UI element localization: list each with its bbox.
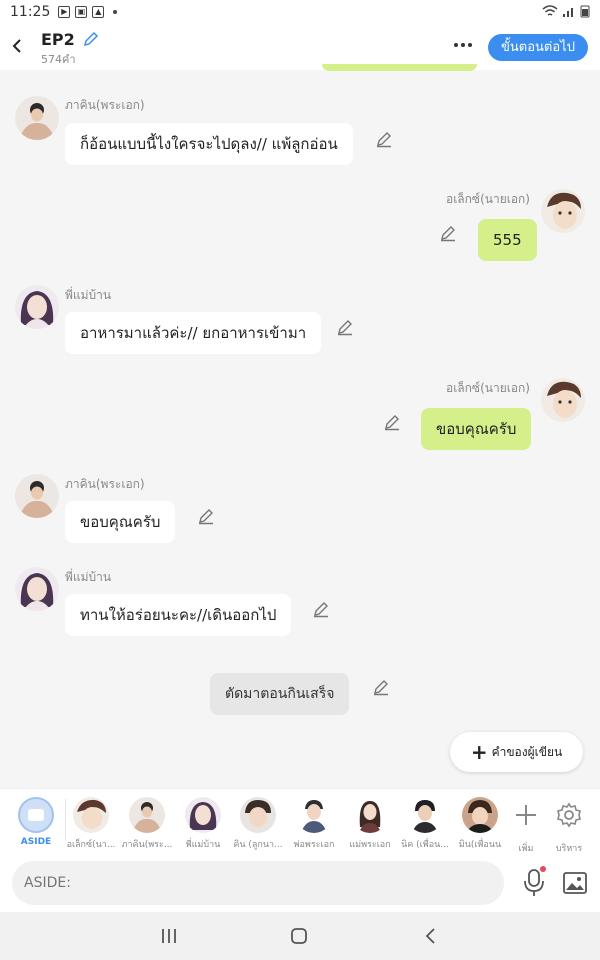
speaker-name: อเล็กซ์(นายเอก)	[446, 192, 530, 206]
manage-characters-button[interactable]: บริหาร	[541, 795, 597, 855]
avatar-pakin[interactable]	[15, 474, 59, 518]
plus-icon: +	[470, 740, 488, 764]
avatar-alex[interactable]	[541, 378, 585, 422]
edit-message-pencil-icon[interactable]	[383, 413, 401, 431]
play-notification-icon: ▶	[58, 6, 71, 18]
character-label: ภาคิน(พระ...	[121, 840, 173, 850]
signal-icon	[563, 8, 573, 17]
title-block: EP2 574คำ	[41, 30, 100, 68]
character-label: แม่พระเอก	[349, 840, 391, 850]
edit-message-pencil-icon[interactable]	[336, 318, 354, 336]
message-bubble[interactable]: 555	[478, 219, 537, 261]
speaker-name: อเล็กซ์(นายเอก)	[446, 381, 530, 395]
recording-dot-icon	[540, 866, 546, 872]
edit-message-pencil-icon[interactable]	[197, 507, 215, 525]
character-selector-bar: ASIDE อเล็กซ์(นา... ภาคิน(พระ... พี่แม่บ…	[0, 788, 600, 854]
author-note-button[interactable]: + คำของผู้เขียน	[450, 732, 583, 772]
next-step-button[interactable]: ขั้นตอนต่อไป	[488, 34, 588, 61]
battery-icon	[580, 5, 590, 18]
aside-label: ASIDE	[20, 837, 52, 847]
character-mother[interactable]: แม่พระเอก	[342, 795, 398, 851]
message-input[interactable]	[12, 861, 504, 905]
edit-message-pencil-icon[interactable]	[312, 600, 330, 618]
edit-title-pencil-icon[interactable]	[82, 30, 100, 48]
avatar	[296, 797, 332, 833]
avatar	[185, 797, 221, 833]
speaker-name: พี่แม่บ้าน	[65, 288, 112, 302]
aside-selector[interactable]: ASIDE	[8, 795, 64, 847]
character-label: นิค (เพื่อน...	[401, 840, 449, 850]
speaker-name: พี่แม่บ้าน	[65, 570, 112, 584]
app-notification-icon: ▣	[75, 6, 88, 18]
character-pakin[interactable]: ภาคิน(พระ...	[119, 795, 175, 851]
author-note-label: คำของผู้เขียน	[491, 744, 563, 759]
message-bubble[interactable]: ขอบคุณครับ	[65, 501, 176, 543]
character-label: พ่อพระเอก	[293, 840, 335, 850]
edit-message-pencil-icon[interactable]	[375, 130, 393, 148]
message-bubble[interactable]: อาหารมาแล้วค่ะ// ยกอาหารเข้ามา	[65, 312, 322, 354]
status-time: 11:25	[10, 4, 51, 20]
image-notification-icon: ▲	[92, 6, 105, 18]
character-kin[interactable]: คิน (ลูกนา...	[230, 795, 286, 851]
app-header: EP2 574คำ ขั้นตอนต่อไป	[0, 24, 600, 70]
character-label: คิน (ลูกนา...	[233, 840, 283, 850]
avatar	[407, 797, 443, 833]
aside-icon	[18, 797, 54, 833]
gear-icon	[557, 802, 581, 828]
avatar	[352, 797, 388, 833]
avatar-alex[interactable]	[541, 189, 585, 233]
character-label: อเล็กซ์(นา...	[66, 840, 116, 850]
avatar	[129, 797, 165, 833]
avatar	[73, 797, 109, 833]
episode-title: EP2	[41, 30, 75, 49]
system-back-icon[interactable]	[419, 924, 443, 948]
home-icon[interactable]	[287, 924, 311, 948]
recent-apps-icon[interactable]	[157, 924, 181, 948]
message-bubble[interactable]: ทานให้อร่อยนะคะ//เดินออกไป	[65, 594, 292, 636]
avatar-maid[interactable]	[15, 567, 59, 611]
more-notifications-icon	[113, 10, 118, 14]
back-arrow-icon[interactable]	[8, 32, 28, 60]
character-label: พี่แม่บ้าน	[185, 840, 221, 850]
edit-message-pencil-icon[interactable]	[439, 224, 457, 242]
character-alex[interactable]: อเล็กซ์(นา...	[63, 795, 119, 851]
speaker-name: ภาคิน(พระเอก)	[65, 477, 145, 491]
more-options-icon[interactable]	[450, 34, 476, 56]
word-count: 574คำ	[41, 53, 76, 66]
message-bubble[interactable]: ก็อ้อนแบบนี้ไงใครจะไปดุลง// แพ้ลูกอ่อน	[65, 123, 353, 165]
previous-bubble-peek	[322, 64, 477, 71]
image-icon[interactable]	[562, 870, 588, 896]
plus-icon	[516, 805, 536, 825]
avatar-maid[interactable]	[15, 285, 59, 329]
edit-message-pencil-icon[interactable]	[372, 678, 390, 696]
speaker-name: ภาคิน(พระเอก)	[65, 98, 145, 112]
wifi-icon	[542, 5, 558, 16]
manage-label: บริหาร	[555, 844, 583, 854]
message-bubble[interactable]: ขอบคุณครับ	[421, 408, 532, 450]
status-bar: 11:25 ▶ ▣ ▲	[0, 0, 600, 24]
microphone-icon[interactable]	[521, 868, 547, 898]
character-father[interactable]: พ่อพระเอก	[286, 795, 342, 851]
narration-bubble[interactable]: ตัดมาตอนกินเสร็จ	[210, 673, 350, 715]
character-nick[interactable]: นิค (เพื่อน...	[397, 795, 453, 851]
avatar	[240, 797, 276, 833]
system-navigation-bar	[0, 912, 600, 960]
avatar-pakin[interactable]	[15, 96, 59, 140]
message-input-bar	[0, 854, 600, 912]
avatar	[462, 797, 498, 833]
character-maid[interactable]: พี่แม่บ้าน	[175, 795, 231, 851]
